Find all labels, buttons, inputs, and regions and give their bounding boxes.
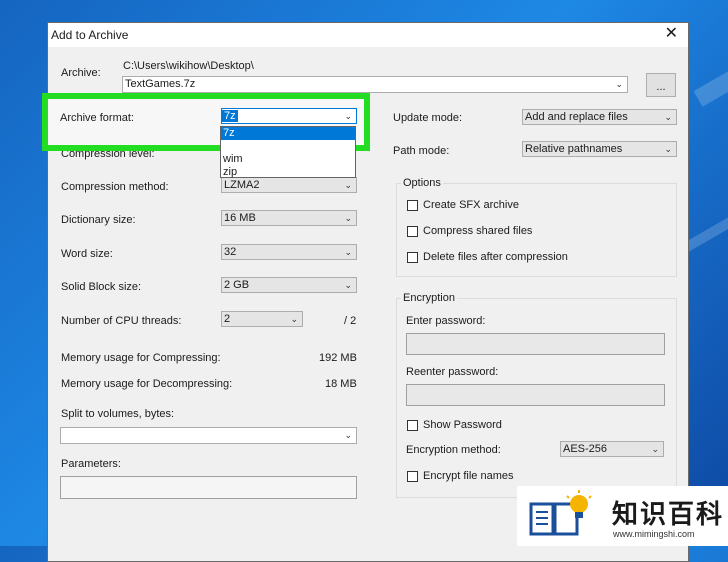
parameters-label: Parameters:: [61, 458, 121, 470]
chevron-down-icon: ⌄: [344, 180, 352, 190]
word-size-value: 32: [224, 246, 237, 258]
archive-format-label: Archive format:: [60, 112, 134, 124]
book-lightbulb-icon: [529, 490, 592, 536]
compression-method-combo[interactable]: LZMA2 ⌄: [221, 177, 357, 193]
update-mode-combo[interactable]: Add and replace files ⌄: [522, 109, 677, 125]
dictionary-size-value: 16 MB: [224, 212, 256, 224]
desktop-streak: [683, 198, 728, 252]
enter-password-label: Enter password:: [406, 315, 486, 327]
title-bar: Add to Archive ✕: [48, 23, 688, 47]
memory-compress-value: 192 MB: [319, 352, 357, 364]
delete-files-checkbox[interactable]: [407, 252, 418, 263]
dropdown-option[interactable]: wim: [221, 153, 355, 166]
cpu-threads-combo[interactable]: 2 ⌄: [221, 311, 303, 327]
dictionary-size-label: Dictionary size:: [61, 214, 136, 226]
solid-block-size-combo[interactable]: 2 GB ⌄: [221, 277, 357, 293]
dictionary-size-combo[interactable]: 16 MB ⌄: [221, 210, 357, 226]
compress-shared-checkbox[interactable]: [407, 226, 418, 237]
chevron-down-icon: ⌄: [615, 79, 623, 89]
archive-format-value: 7z: [222, 110, 238, 122]
solid-block-size-label: Solid Block size:: [61, 281, 142, 293]
chevron-down-icon: ⌄: [344, 280, 352, 290]
archive-label: Archive:: [61, 67, 101, 79]
encrypt-names-label: Encrypt file names: [423, 470, 514, 482]
encryption-method-value: AES-256: [563, 443, 608, 455]
create-sfx-label: Create SFX archive: [423, 199, 519, 211]
options-group-title: Options: [401, 177, 443, 189]
split-volumes-label: Split to volumes, bytes:: [61, 408, 175, 420]
chevron-down-icon: ⌄: [344, 213, 352, 223]
chevron-down-icon: ⌄: [344, 247, 352, 257]
watermark-url: www.mimingshi.com: [613, 529, 695, 539]
watermark-brand: 知识百科: [612, 499, 725, 529]
parameters-input[interactable]: [60, 476, 357, 499]
path-mode-value: Relative pathnames: [525, 143, 623, 155]
chevron-down-icon: ⌄: [344, 430, 352, 440]
memory-decompress-label: Memory usage for Decompressing:: [61, 378, 233, 390]
chevron-down-icon: ⌄: [664, 112, 672, 122]
word-size-combo[interactable]: 32 ⌄: [221, 244, 357, 260]
create-sfx-checkbox[interactable]: [407, 200, 418, 211]
archive-filename-combo[interactable]: TextGames.7z ⌄: [122, 76, 628, 93]
path-mode-combo[interactable]: Relative pathnames ⌄: [522, 141, 677, 157]
watermark-logo: 知识百科 www.mimingshi.com: [517, 486, 728, 546]
update-mode-value: Add and replace files: [525, 111, 628, 123]
cpu-threads-label: Number of CPU threads:: [61, 315, 182, 327]
compress-shared-label: Compress shared files: [423, 225, 533, 237]
cpu-threads-value: 2: [224, 313, 231, 325]
chevron-down-icon: ⌄: [664, 144, 672, 154]
reenter-password-label: Reenter password:: [406, 366, 499, 378]
memory-compress-label: Memory usage for Compressing:: [61, 352, 221, 364]
split-volumes-combo[interactable]: ⌄: [60, 427, 357, 444]
encrypt-names-checkbox[interactable]: [407, 471, 418, 482]
desktop-streak: [693, 31, 728, 107]
dropdown-option[interactable]: 7z: [221, 127, 355, 140]
archive-format-dropdown: 7z wim zip: [220, 126, 356, 178]
archive-format-combo[interactable]: 7z ⌄: [221, 108, 357, 124]
solid-block-size-value: 2 GB: [224, 279, 250, 291]
update-mode-label: Update mode:: [393, 112, 463, 124]
dropdown-option[interactable]: [221, 140, 355, 153]
chevron-down-icon: ⌄: [651, 444, 659, 454]
word-size-label: Word size:: [61, 248, 113, 260]
compression-method-value: LZMA2: [224, 179, 260, 191]
enter-password-input[interactable]: [406, 333, 665, 355]
path-mode-label: Path mode:: [393, 145, 450, 157]
encryption-method-label: Encryption method:: [406, 444, 501, 456]
archive-path: C:\Users\wikihow\Desktop\: [123, 60, 254, 72]
delete-files-label: Delete files after compression: [423, 251, 568, 263]
chevron-down-icon: ⌄: [290, 314, 298, 324]
encryption-group-title: Encryption: [401, 292, 457, 304]
cpu-threads-max: / 2: [344, 315, 357, 327]
dropdown-option[interactable]: zip: [221, 166, 355, 179]
show-password-checkbox[interactable]: [407, 420, 418, 431]
close-icon[interactable]: ✕: [665, 26, 678, 42]
chevron-down-icon: ⌄: [344, 111, 352, 121]
dialog-title: Add to Archive: [51, 28, 129, 42]
archive-filename: TextGames.7z: [125, 78, 196, 90]
memory-decompress-value: 18 MB: [325, 378, 357, 390]
compression-method-label: Compression method:: [61, 181, 169, 193]
browse-button[interactable]: ...: [646, 73, 676, 97]
reenter-password-input[interactable]: [406, 384, 665, 406]
encryption-method-combo[interactable]: AES-256 ⌄: [560, 441, 664, 457]
show-password-label: Show Password: [423, 419, 502, 431]
